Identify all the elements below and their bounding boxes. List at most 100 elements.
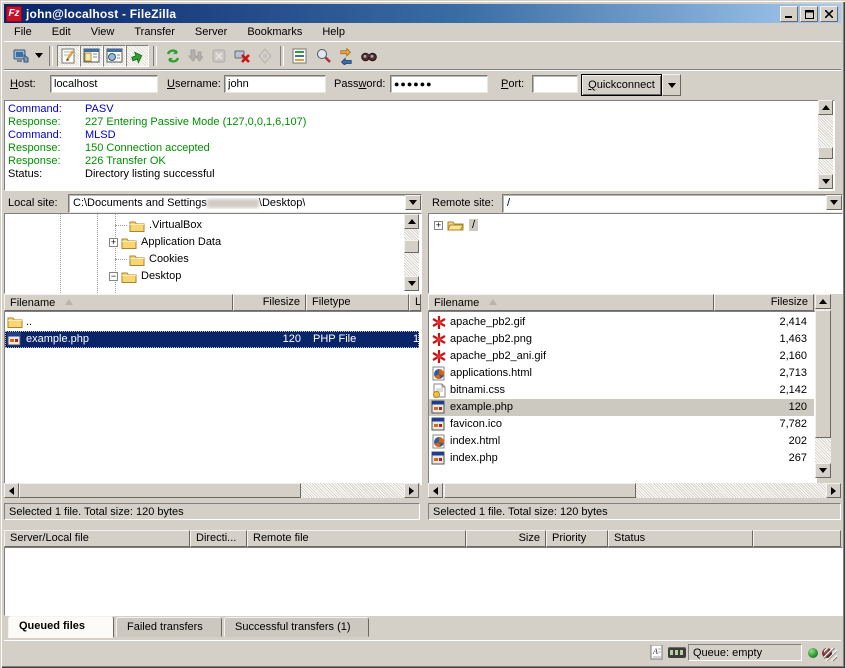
reconnect-button[interactable] xyxy=(253,45,276,67)
remote-site-dropdown-icon[interactable] xyxy=(826,195,842,210)
local-tree-scrollbar[interactable] xyxy=(404,214,419,291)
tree-item[interactable]: Cookies xyxy=(117,251,189,267)
image-file-icon xyxy=(431,315,447,330)
local-site-dropdown-icon[interactable] xyxy=(405,195,421,210)
toggle-message-log-button[interactable] xyxy=(57,45,80,67)
sort-ascending-icon xyxy=(65,295,73,305)
remote-file-row[interactable]: apache_pb2.gif 2,414 xyxy=(429,314,814,331)
resize-grip[interactable] xyxy=(824,648,837,661)
find-files-button[interactable] xyxy=(357,45,380,67)
expand-plus-icon[interactable]: + xyxy=(434,221,443,230)
queue-column-status[interactable]: Status xyxy=(608,530,753,547)
menu-server[interactable]: Server xyxy=(185,24,237,40)
queue-column-size[interactable]: Size xyxy=(466,530,546,547)
quickconnect-bar: Host: Username: Password: Port: Quickcon… xyxy=(4,69,841,98)
tree-item[interactable]: .VirtualBox xyxy=(117,217,202,233)
local-file-row[interactable]: .. xyxy=(5,314,419,331)
local-column-filetype[interactable]: Filetype xyxy=(306,294,409,311)
remote-column-filename[interactable]: Filename xyxy=(428,294,714,311)
ico-file-icon xyxy=(431,417,447,432)
expand-minus-icon[interactable]: − xyxy=(109,272,118,281)
remote-file-row[interactable]: apache_pb2.png 1,463 xyxy=(429,331,814,348)
remote-file-row[interactable]: favicon.ico 7,782 xyxy=(429,416,814,433)
port-input[interactable] xyxy=(532,75,578,93)
log-scrollbar[interactable] xyxy=(818,100,833,189)
local-column-lastmodified[interactable]: L xyxy=(409,294,421,311)
remote-file-row-selected[interactable]: example.php 120 xyxy=(429,399,814,416)
local-column-filesize[interactable]: Filesize xyxy=(233,294,306,311)
remote-selection-status: Selected 1 file. Total size: 120 bytes xyxy=(428,503,841,520)
password-input[interactable] xyxy=(390,75,488,93)
title-bar[interactable]: Fz john@localhost - FileZilla xyxy=(4,4,841,23)
local-directory-tree[interactable]: .VirtualBox + Application Data Cookies −… xyxy=(4,213,422,294)
local-site-path: C:\Documents and Settings\Desktop\ xyxy=(73,197,305,209)
host-input[interactable] xyxy=(50,75,158,93)
svg-text:A: A xyxy=(652,647,658,656)
toggle-remote-tree-button[interactable] xyxy=(103,45,126,67)
remote-file-row[interactable]: apache_pb2_ani.gif 2,160 xyxy=(429,348,814,365)
indicator-badge-icon[interactable] xyxy=(668,647,686,658)
html-file-icon xyxy=(431,366,447,381)
close-button[interactable] xyxy=(820,6,838,22)
tab-successful-transfers[interactable]: Successful transfers (1) xyxy=(224,617,369,637)
remote-directory-tree[interactable]: + / xyxy=(428,213,843,294)
toggle-transfer-queue-button[interactable] xyxy=(126,45,149,67)
local-site-combobox[interactable]: C:\Documents and Settings\Desktop\ xyxy=(68,194,422,213)
image-file-icon xyxy=(431,349,447,364)
menu-help[interactable]: Help xyxy=(312,24,355,40)
queue-column-priority[interactable]: Priority xyxy=(546,530,608,547)
maximize-button[interactable] xyxy=(800,6,818,22)
refresh-button[interactable] xyxy=(161,45,184,67)
site-manager-button[interactable] xyxy=(9,45,32,67)
menu-view[interactable]: View xyxy=(81,24,125,40)
remote-site-label: Remote site: xyxy=(432,197,494,209)
expand-plus-icon[interactable]: + xyxy=(109,238,118,247)
queue-column-serverlocal[interactable]: Server/Local file xyxy=(4,530,190,547)
queue-column-direction[interactable]: Directi... xyxy=(190,530,247,547)
tree-item[interactable]: + / xyxy=(434,217,478,233)
remote-file-list[interactable]: apache_pb2.gif 2,414 apache_pb2.png 1,46… xyxy=(428,311,817,485)
quickconnect-dropdown-icon[interactable] xyxy=(662,74,681,96)
cancel-operation-button[interactable] xyxy=(207,45,230,67)
local-column-filename[interactable]: Filename xyxy=(4,294,233,311)
remote-horizontal-scrollbar[interactable] xyxy=(428,483,841,499)
quickconnect-button[interactable]: Quickconnect xyxy=(581,74,662,96)
toggle-local-tree-button[interactable] xyxy=(80,45,103,67)
local-file-list[interactable]: .. example.php 120 PHP File 1 xyxy=(4,311,422,485)
local-horizontal-scrollbar[interactable] xyxy=(4,483,420,499)
css-file-icon xyxy=(431,383,447,398)
tab-queued-files[interactable]: Queued files xyxy=(8,616,114,638)
open-folder-icon xyxy=(447,218,465,232)
site-manager-dropdown-icon[interactable] xyxy=(32,45,45,67)
remote-vertical-scrollbar[interactable] xyxy=(815,294,831,478)
tab-failed-transfers[interactable]: Failed transfers xyxy=(116,617,222,637)
synchronized-browsing-button[interactable] xyxy=(334,45,357,67)
local-file-row-selected[interactable]: example.php 120 PHP File 1 xyxy=(5,331,419,348)
data-type-indicator-icon[interactable]: A xyxy=(650,645,665,660)
tree-item[interactable]: + Application Data xyxy=(109,234,221,250)
menu-bookmarks[interactable]: Bookmarks xyxy=(237,24,312,40)
directory-comparison-button[interactable] xyxy=(311,45,334,67)
minimize-button[interactable] xyxy=(780,6,798,22)
menu-transfer[interactable]: Transfer xyxy=(124,24,185,40)
process-queue-button[interactable] xyxy=(184,45,207,67)
remote-file-row[interactable]: applications.html 2,713 xyxy=(429,365,814,382)
html-file-icon xyxy=(431,434,447,449)
tree-item[interactable]: − Desktop xyxy=(109,268,181,284)
directory-listing-filters-button[interactable] xyxy=(288,45,311,67)
transfer-queue-list[interactable] xyxy=(4,547,843,616)
disconnect-button[interactable] xyxy=(230,45,253,67)
remote-file-row[interactable]: index.php 267 xyxy=(429,450,814,467)
remote-file-row[interactable]: bitnami.css 2,142 xyxy=(429,382,814,399)
remote-column-filesize[interactable]: Filesize xyxy=(714,294,814,311)
folder-icon xyxy=(7,315,23,330)
menu-edit[interactable]: Edit xyxy=(42,24,81,40)
remote-site-combobox[interactable]: / xyxy=(502,194,843,213)
remote-file-row[interactable]: index.html 202 xyxy=(429,433,814,450)
queue-column-remotefile[interactable]: Remote file xyxy=(247,530,466,547)
menu-file[interactable]: File xyxy=(4,24,42,40)
message-log[interactable]: Command:PASV Response:227 Entering Passi… xyxy=(4,100,835,191)
log-line: Response:150 Connection accepted xyxy=(8,142,210,154)
log-line: Command:PASV xyxy=(8,103,114,115)
username-input[interactable] xyxy=(224,75,326,93)
